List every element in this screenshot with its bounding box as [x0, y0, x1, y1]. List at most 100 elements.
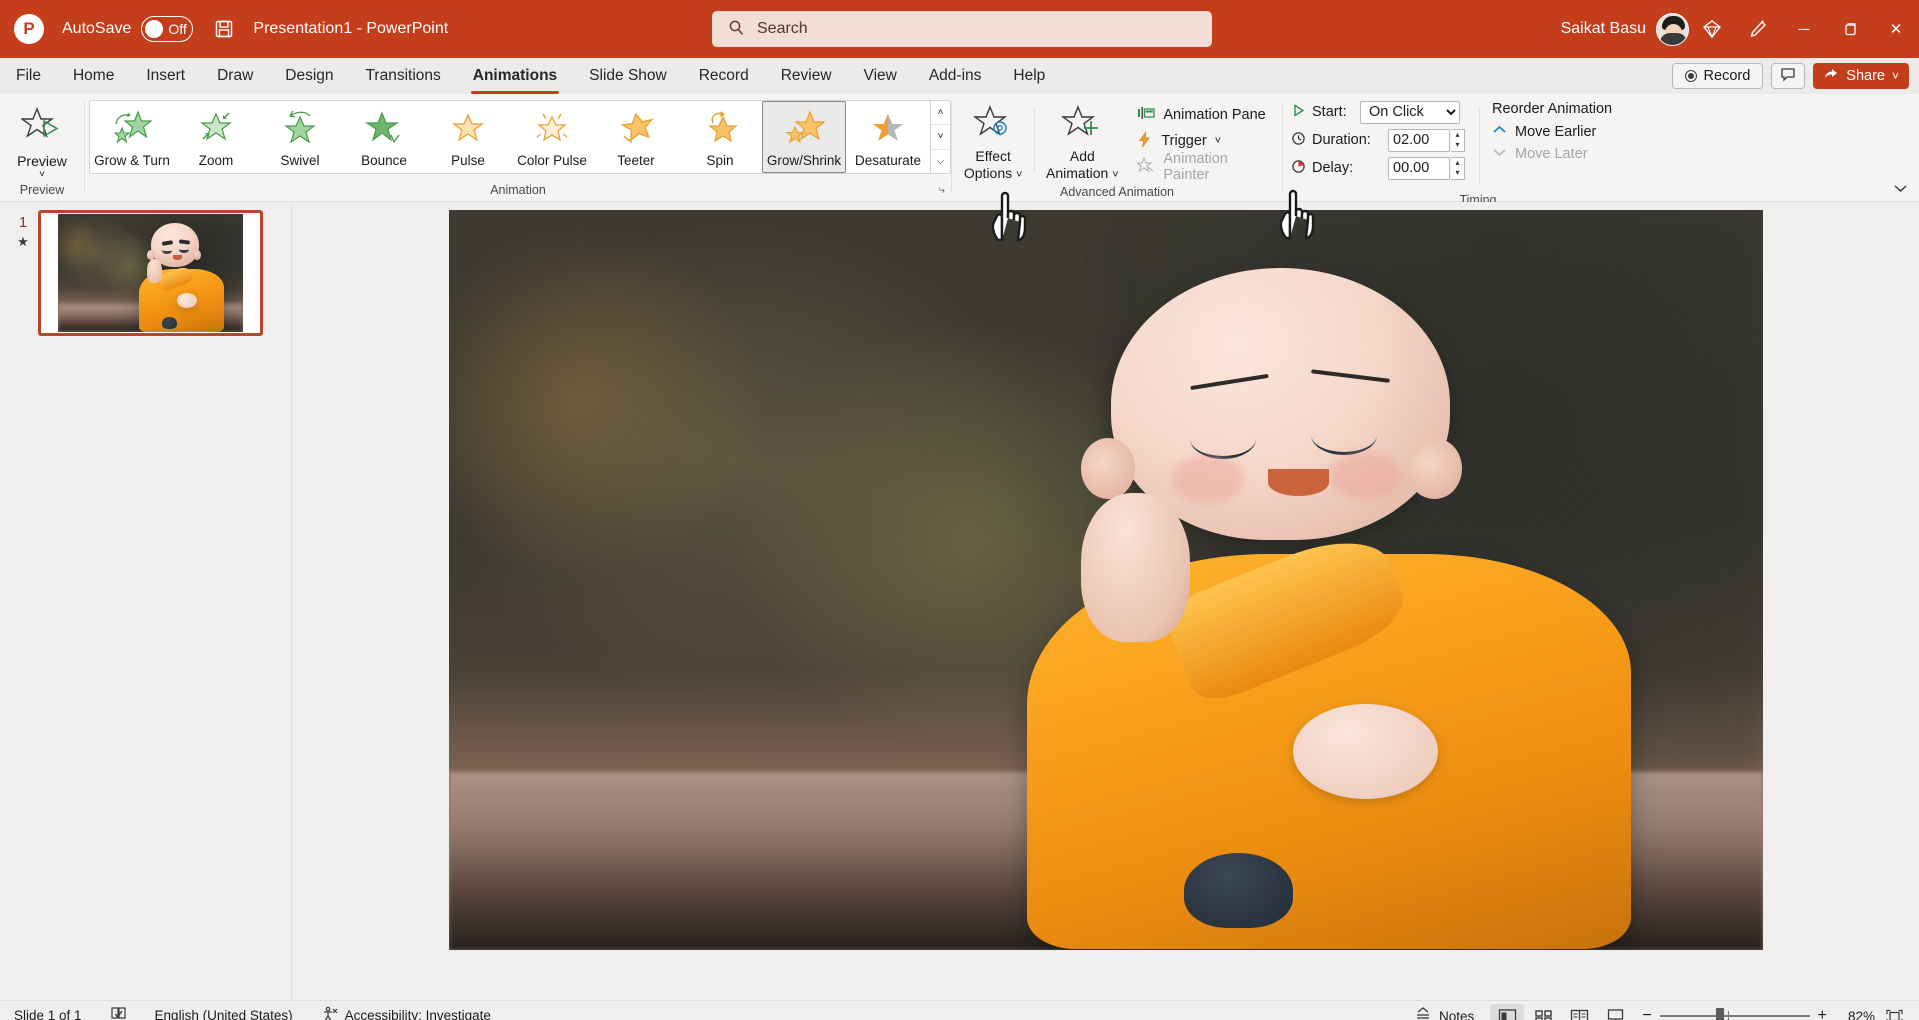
add-animation-star-plus-icon: [1061, 104, 1103, 147]
animation-label: Grow/Shrink: [766, 153, 842, 168]
animation-pane-button[interactable]: Animation Pane: [1129, 102, 1282, 128]
minimize-button[interactable]: ─: [1781, 0, 1827, 58]
slide-sorter-button[interactable]: [1526, 1004, 1560, 1020]
avatar[interactable]: [1656, 12, 1689, 46]
zoom-track[interactable]: [1659, 1008, 1810, 1020]
pen-draw-icon[interactable]: [1735, 0, 1781, 58]
document-title: Presentation1 - PowerPoint: [253, 20, 449, 37]
preview-button[interactable]: Preview ˅: [0, 100, 84, 180]
move-earlier-button[interactable]: Move Earlier: [1486, 121, 1612, 143]
effect-options-button[interactable]: Effect Options ˅: [952, 100, 1034, 183]
notes-button[interactable]: Notes: [1400, 1001, 1488, 1020]
start-row: Start: On ClickWith PreviousAfter Previo…: [1291, 99, 1465, 125]
ribbon-group-animation: Grow & Turn Zoom Swivel Bounce Pulse Col…: [85, 94, 951, 201]
animation-zoom[interactable]: Zoom: [174, 101, 258, 173]
slide-thumbnail-pane[interactable]: 1 ★: [0, 202, 292, 1000]
close-button[interactable]: ✕: [1873, 0, 1919, 58]
animation-pane-icon: [1137, 105, 1156, 125]
tab-review[interactable]: Review: [765, 58, 848, 94]
spin-icon: [697, 109, 743, 150]
current-slide[interactable]: [448, 210, 1763, 950]
zoom-in-button[interactable]: +: [1818, 1007, 1827, 1020]
figurine-ear-right: [1407, 438, 1462, 500]
start-select[interactable]: On ClickWith PreviousAfter Previous: [1360, 100, 1460, 124]
gallery-scroll-up-button[interactable]: ˄: [931, 101, 950, 126]
tab-animations[interactable]: Animations: [457, 58, 573, 94]
zoom-thumb[interactable]: [1715, 1008, 1724, 1020]
autosave-toggle[interactable]: Off: [141, 16, 194, 42]
tab-design[interactable]: Design: [269, 58, 349, 94]
autosave-control[interactable]: AutoSave Off: [62, 16, 194, 42]
figurine-foot: [1183, 853, 1293, 929]
record-button[interactable]: Record: [1671, 63, 1764, 89]
animation-dialog-launcher[interactable]: ⤷: [939, 181, 945, 199]
animation-desaturate[interactable]: Desaturate: [846, 101, 930, 173]
chevron-down-icon: ˅: [1891, 69, 1899, 83]
slide-thumbnail-1[interactable]: [38, 210, 263, 336]
animation-spin[interactable]: Spin: [678, 101, 762, 173]
animation-bounce[interactable]: Bounce: [342, 101, 426, 173]
duration-spinner[interactable]: ▴ ▾: [1451, 128, 1465, 152]
zoom-out-button[interactable]: −: [1642, 1007, 1651, 1020]
comments-button[interactable]: [1771, 63, 1806, 89]
tab-record[interactable]: Record: [683, 58, 765, 94]
normal-view-icon: [1498, 1008, 1516, 1020]
proofing-status[interactable]: [96, 1001, 141, 1020]
thumbnail-photo: [58, 214, 243, 332]
gallery-scroll-down-button[interactable]: ˅: [931, 125, 950, 150]
tab-draw[interactable]: Draw: [201, 58, 269, 94]
microsoft-365-diamond-icon[interactable]: [1689, 0, 1735, 58]
timing-fields: Start: On ClickWith PreviousAfter Previo…: [1283, 99, 1465, 181]
fit-to-window-button[interactable]: [1877, 1004, 1911, 1020]
add-animation-button[interactable]: Add Animation ˅: [1035, 100, 1129, 183]
tab-insert[interactable]: Insert: [130, 58, 201, 94]
animation-label: Spin: [706, 153, 734, 168]
thumbnail-row: 1 ★: [0, 210, 291, 336]
collapse-ribbon-button[interactable]: [1892, 182, 1909, 197]
tab-help[interactable]: Help: [997, 58, 1061, 94]
animation-grow-and-turn[interactable]: Grow & Turn: [90, 101, 174, 173]
slide-editing-area[interactable]: [292, 202, 1919, 1000]
normal-view-button[interactable]: [1490, 1004, 1525, 1020]
animation-teeter[interactable]: Teeter: [594, 101, 678, 173]
reorder-animation-group: Reorder Animation Move Earlier Move Late…: [1480, 99, 1612, 165]
slide-photo[interactable]: [448, 210, 1763, 950]
restore-button[interactable]: [1827, 0, 1873, 58]
animation-color-pulse[interactable]: Color Pulse: [510, 101, 594, 173]
delay-input[interactable]: [1388, 156, 1450, 180]
start-label: Start:: [1312, 104, 1347, 120]
zoom-level[interactable]: 82%: [1837, 1009, 1875, 1020]
slide-count[interactable]: Slide 1 of 1: [0, 1001, 96, 1020]
tab-add-ins[interactable]: Add-ins: [913, 58, 998, 94]
tab-file[interactable]: File: [0, 58, 57, 94]
zoom-slider[interactable]: − +: [1642, 1007, 1827, 1020]
animation-gallery[interactable]: Grow & Turn Zoom Swivel Bounce Pulse Col…: [89, 100, 951, 174]
share-button[interactable]: Share ˅: [1813, 63, 1909, 89]
figurine-sleeve: [1292, 703, 1438, 799]
animation-star-icon[interactable]: ★: [17, 234, 29, 250]
gallery-scroll-buttons[interactable]: ˄ ˅ ⌵: [930, 101, 950, 173]
tab-transitions[interactable]: Transitions: [350, 58, 457, 94]
save-icon[interactable]: [213, 18, 235, 40]
status-bar: Slide 1 of 1 English (United States) Acc…: [0, 1000, 1919, 1020]
search-box[interactable]: Search: [712, 11, 1212, 47]
animation-swivel[interactable]: Swivel: [258, 101, 342, 173]
animation-pulse[interactable]: Pulse: [426, 101, 510, 173]
gallery-more-button[interactable]: ⌵: [931, 150, 950, 173]
delay-spinner[interactable]: ▴ ▾: [1451, 156, 1465, 180]
autosave-label: AutoSave: [62, 20, 132, 37]
preview-star-play-icon: [19, 106, 63, 151]
reorder-animation-title: Reorder Animation: [1492, 101, 1613, 117]
duration-input[interactable]: [1388, 128, 1450, 152]
slide-show-button[interactable]: [1598, 1004, 1632, 1020]
animation-grow-shrink[interactable]: Grow/Shrink: [762, 101, 846, 173]
effect-options-line2-text: Options: [963, 165, 1013, 181]
notes-icon: [1414, 1006, 1432, 1020]
tab-home[interactable]: Home: [57, 58, 130, 94]
share-icon: [1823, 66, 1839, 86]
tab-slide-show[interactable]: Slide Show: [573, 58, 683, 94]
reading-view-button[interactable]: [1562, 1004, 1596, 1020]
tab-view[interactable]: View: [848, 58, 913, 94]
language-status[interactable]: English (United States): [141, 1001, 307, 1020]
accessibility-status[interactable]: Accessibility: Investigate: [307, 1001, 505, 1020]
